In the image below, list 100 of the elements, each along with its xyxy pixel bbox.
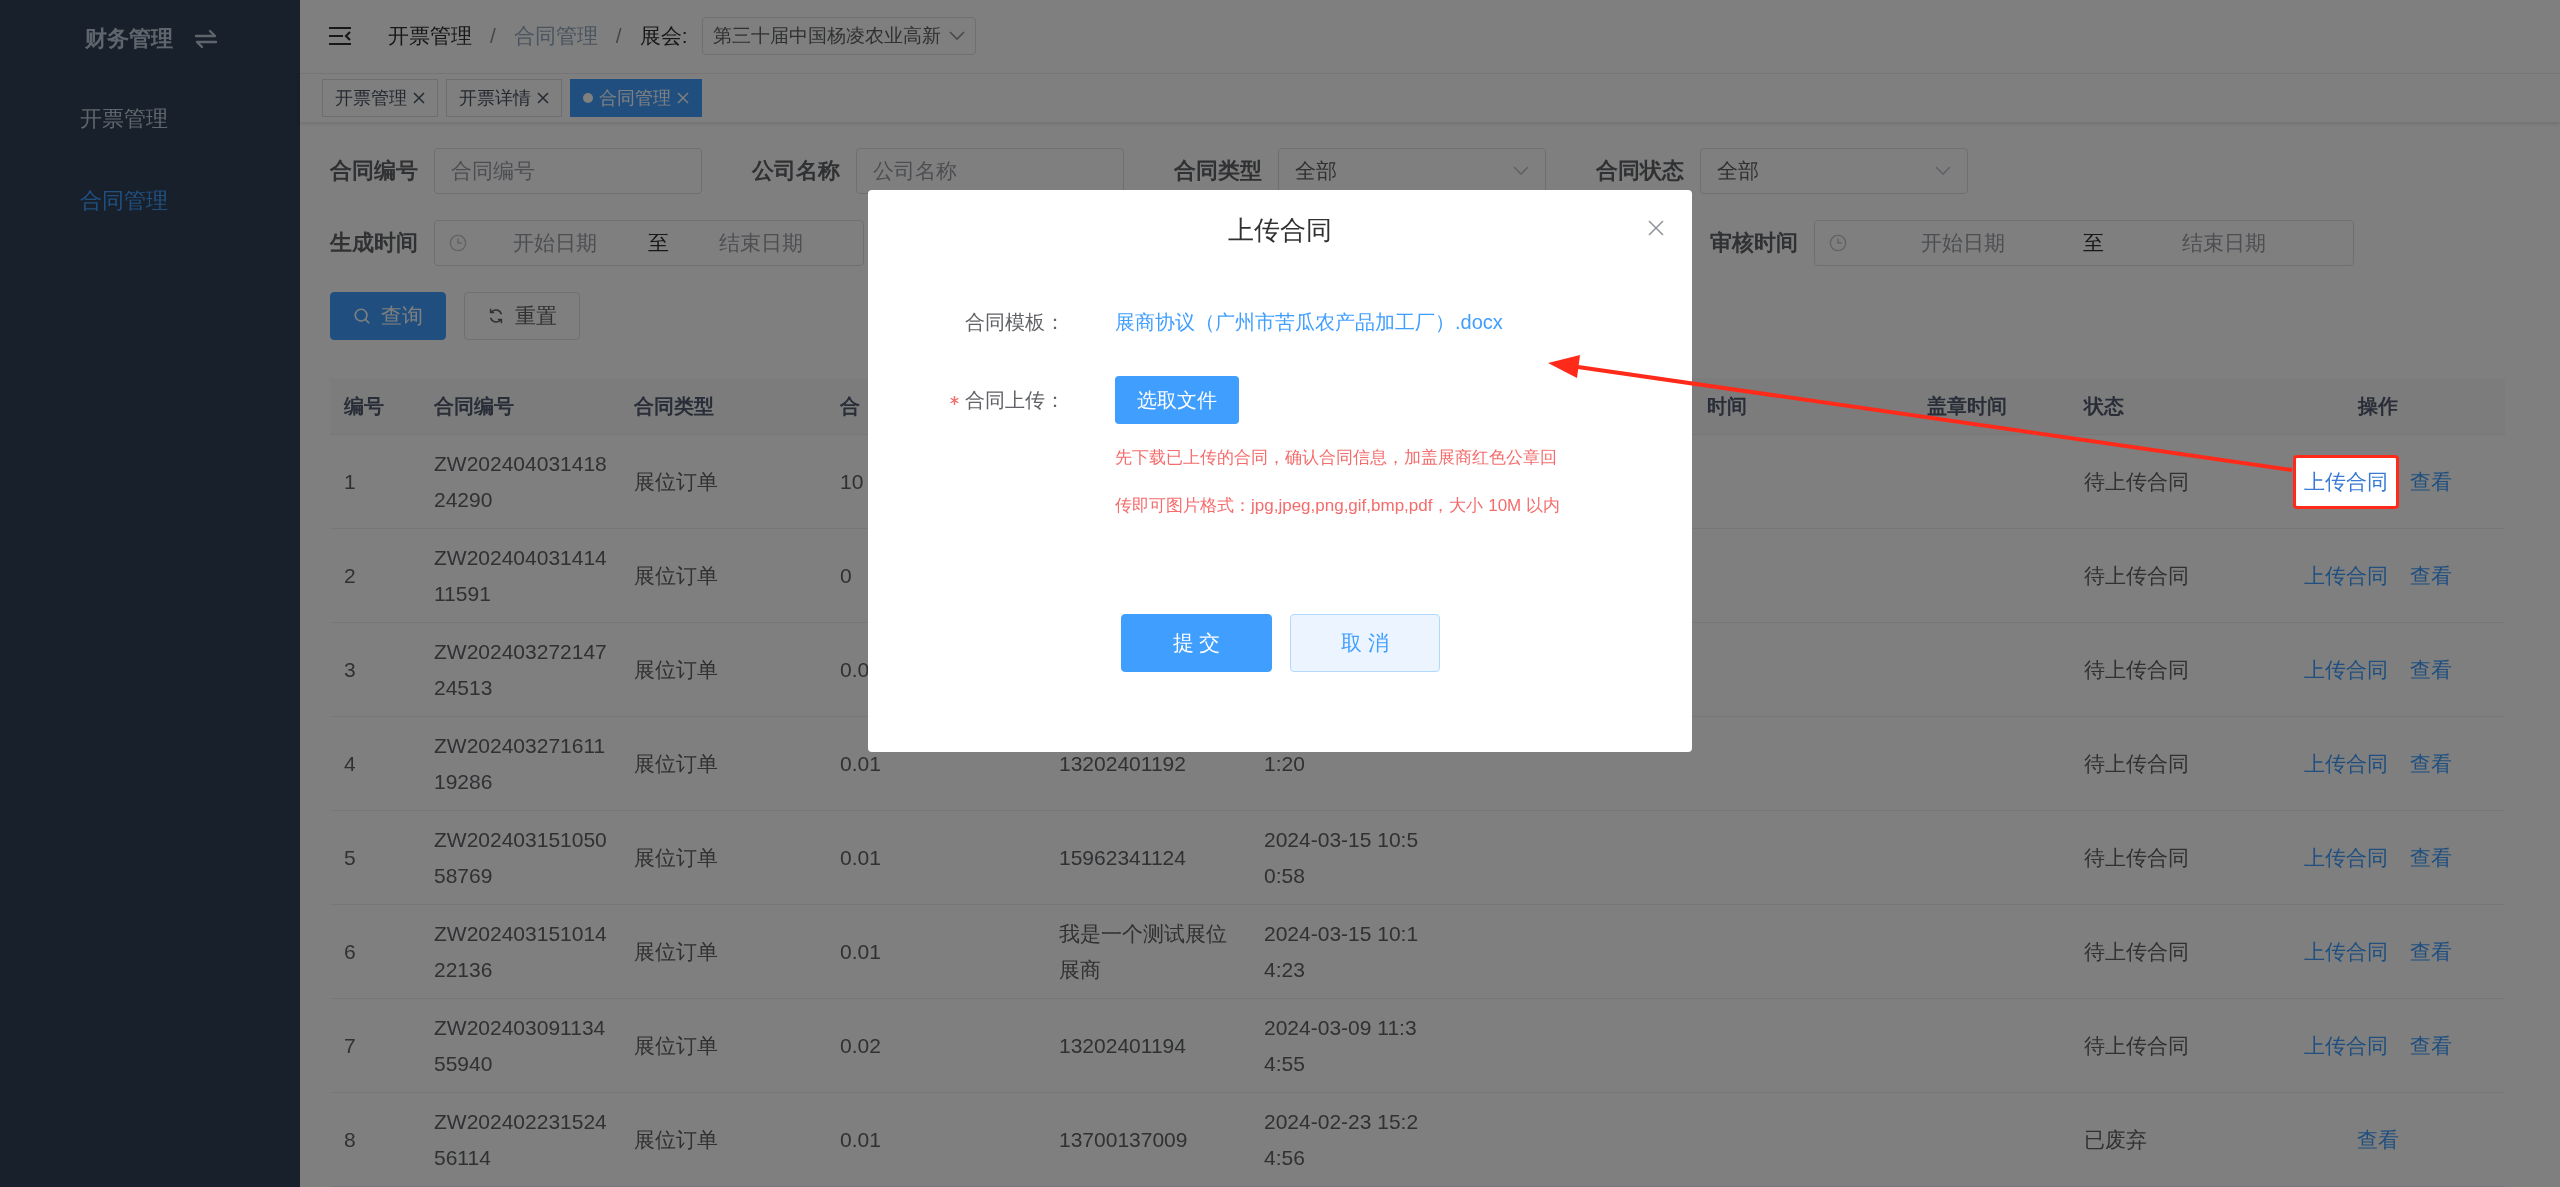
- table-cell-text: ZW20240315105058769: [434, 826, 608, 889]
- close-icon[interactable]: [537, 92, 549, 104]
- table-action-link[interactable]: 查看: [2398, 736, 2463, 791]
- tab[interactable]: 合同管理: [570, 79, 702, 117]
- table-cell-text: 1:20: [1264, 750, 1305, 777]
- table-cell-text: 待上传合同: [2084, 844, 2189, 871]
- breadcrumb-item[interactable]: 开票管理: [388, 22, 472, 51]
- table-cell-text: 展位订单: [634, 468, 718, 495]
- table-cell-text: 8: [344, 1126, 356, 1153]
- table-cell-text: 待上传合同: [2084, 562, 2189, 589]
- tab[interactable]: 开票管理: [322, 79, 438, 117]
- filter-label: 生成时间: [330, 229, 418, 257]
- table-cell-text: 2024-03-09 11:34:55: [1264, 1014, 1418, 1077]
- table-cell-text: 我是一个测试展位展商: [1059, 920, 1228, 983]
- filter-label: 公司名称: [752, 157, 840, 185]
- table-cell-text: 13700137009: [1059, 1126, 1188, 1153]
- column-header: 合同编号: [434, 393, 514, 419]
- table-cell-text: ZW20240403141411591: [434, 544, 608, 607]
- table-cell-text: 5: [344, 844, 356, 871]
- table-cell-text: 待上传合同: [2084, 656, 2189, 683]
- column-header: 编号: [344, 393, 384, 419]
- upload-hint: 先下载已上传的合同，确认合同信息，加盖展商红色公章回: [1115, 447, 1557, 469]
- table-action-link[interactable]: 查看: [2398, 642, 2463, 697]
- table-cell-text: 0.0: [840, 656, 870, 683]
- table-action-link[interactable]: 上传合同: [2292, 830, 2399, 885]
- table-cell-text: 15962341124: [1059, 844, 1186, 871]
- table-cell-text: 0.01: [840, 750, 881, 777]
- select-file-button[interactable]: 选取文件: [1115, 376, 1239, 424]
- table-cell-text: 3: [344, 656, 356, 683]
- filter-label: 合同编号: [330, 157, 418, 185]
- swap-icon[interactable]: [193, 29, 219, 49]
- table-action-link[interactable]: 查看: [2398, 830, 2463, 885]
- form-label: 合同模板：: [965, 309, 1065, 335]
- table-action-link[interactable]: 上传合同: [2292, 924, 2399, 979]
- active-dot-icon: [583, 93, 593, 103]
- column-header: 盖章时间: [1927, 393, 2007, 419]
- table-cell-text: 展位订单: [634, 938, 718, 965]
- table-cell-text: 10: [840, 468, 864, 495]
- table-action-link[interactable]: 上传合同: [2292, 642, 2399, 697]
- table-cell-text: 已废弃: [2084, 1126, 2147, 1153]
- table-cell-text: 展位订单: [634, 844, 718, 871]
- exhibition-label: 展会:: [639, 23, 688, 50]
- table-action-link[interactable]: 查看: [2398, 454, 2463, 509]
- table-cell-text: ZW20240315101422136: [434, 920, 608, 983]
- table-action-link[interactable]: 查看: [2398, 548, 2463, 603]
- table-cell-text: 展位订单: [634, 656, 718, 683]
- breadcrumb-separator: /: [490, 24, 496, 49]
- table-action-link[interactable]: 上传合同: [2292, 454, 2399, 509]
- table-cell-text: 0.02: [840, 1032, 881, 1059]
- table-cell-text: 展位订单: [634, 1032, 718, 1059]
- sidebar-item[interactable]: 合同管理: [0, 160, 300, 242]
- table-cell-text: 0.01: [840, 938, 881, 965]
- filter-select[interactable]: 全部: [1700, 148, 1968, 194]
- table-action-link[interactable]: 上传合同: [2292, 736, 2399, 791]
- table-cell-text: ZW20240327214724513: [434, 638, 608, 701]
- table-cell-text: 2024-02-23 15:24:56: [1264, 1108, 1420, 1171]
- table-cell-text: ZW20240327161119286: [434, 732, 607, 795]
- table-cell-text: ZW20240403141824290: [434, 450, 608, 513]
- close-icon[interactable]: [413, 92, 425, 104]
- table-cell-text: 展位订单: [634, 562, 718, 589]
- breadcrumb-separator: /: [615, 24, 622, 49]
- sidebar-item[interactable]: 开票管理: [0, 78, 300, 160]
- table-cell-text: 13202401194: [1059, 1032, 1186, 1059]
- column-header: 时间: [1707, 393, 1747, 419]
- chevron-down-icon: [1513, 166, 1529, 176]
- upload-hint: 传即可图片格式：jpg,jpeg,png,gif,bmp,pdf，大小 10M 以内: [1115, 495, 1560, 517]
- close-icon[interactable]: [1648, 220, 1664, 236]
- table-cell-text: 展位订单: [634, 1126, 718, 1153]
- exhibition-select[interactable]: 第三十届中国杨凌农业高新: [701, 17, 976, 56]
- template-file-link[interactable]: 展商协议（广州市苦瓜农产品加工厂）.docx: [1115, 302, 1503, 342]
- menu-icon[interactable]: [328, 26, 352, 47]
- table-cell-text: 展位订单: [634, 750, 718, 777]
- table-cell-text: 2024-03-15 10:50:58: [1264, 826, 1420, 889]
- tab[interactable]: 开票详情: [446, 79, 562, 117]
- search-icon: [353, 307, 371, 325]
- clock-icon: [1829, 234, 1847, 252]
- table-cell-text: 0: [840, 562, 852, 589]
- table-cell-text: 待上传合同: [2084, 468, 2189, 495]
- column-header: 状态: [2084, 393, 2124, 419]
- dialog-button[interactable]: 提 交: [1121, 614, 1272, 672]
- filter-button[interactable]: 查询: [330, 292, 446, 340]
- column-header: 操作: [2357, 393, 2398, 419]
- sidebar-title: 财务管理: [85, 25, 173, 53]
- table-action-link[interactable]: 查看: [2345, 1112, 2410, 1167]
- table-action-link[interactable]: 上传合同: [2292, 548, 2399, 603]
- dialog-button[interactable]: 取 消: [1290, 614, 1440, 672]
- table-action-link[interactable]: 上传合同: [2292, 1018, 2399, 1073]
- table-cell-text: 0.01: [840, 844, 881, 871]
- table-action-link[interactable]: 查看: [2398, 1018, 2463, 1073]
- table-action-link[interactable]: 查看: [2398, 924, 2463, 979]
- table-cell-text: 13202401192: [1059, 750, 1186, 777]
- chevron-down-icon: [1935, 166, 1951, 176]
- table-cell-text: 待上传合同: [2084, 1032, 2189, 1059]
- filter-label: 合同状态: [1596, 157, 1684, 185]
- table-cell-text: 待上传合同: [2084, 750, 2189, 777]
- dialog-title: 上传合同: [1228, 213, 1332, 247]
- column-header: 合同类型: [634, 393, 714, 419]
- form-label: 合同上传：: [965, 387, 1065, 413]
- table-cell-text: 4: [344, 750, 356, 777]
- filter-button[interactable]: 重置: [464, 292, 580, 340]
